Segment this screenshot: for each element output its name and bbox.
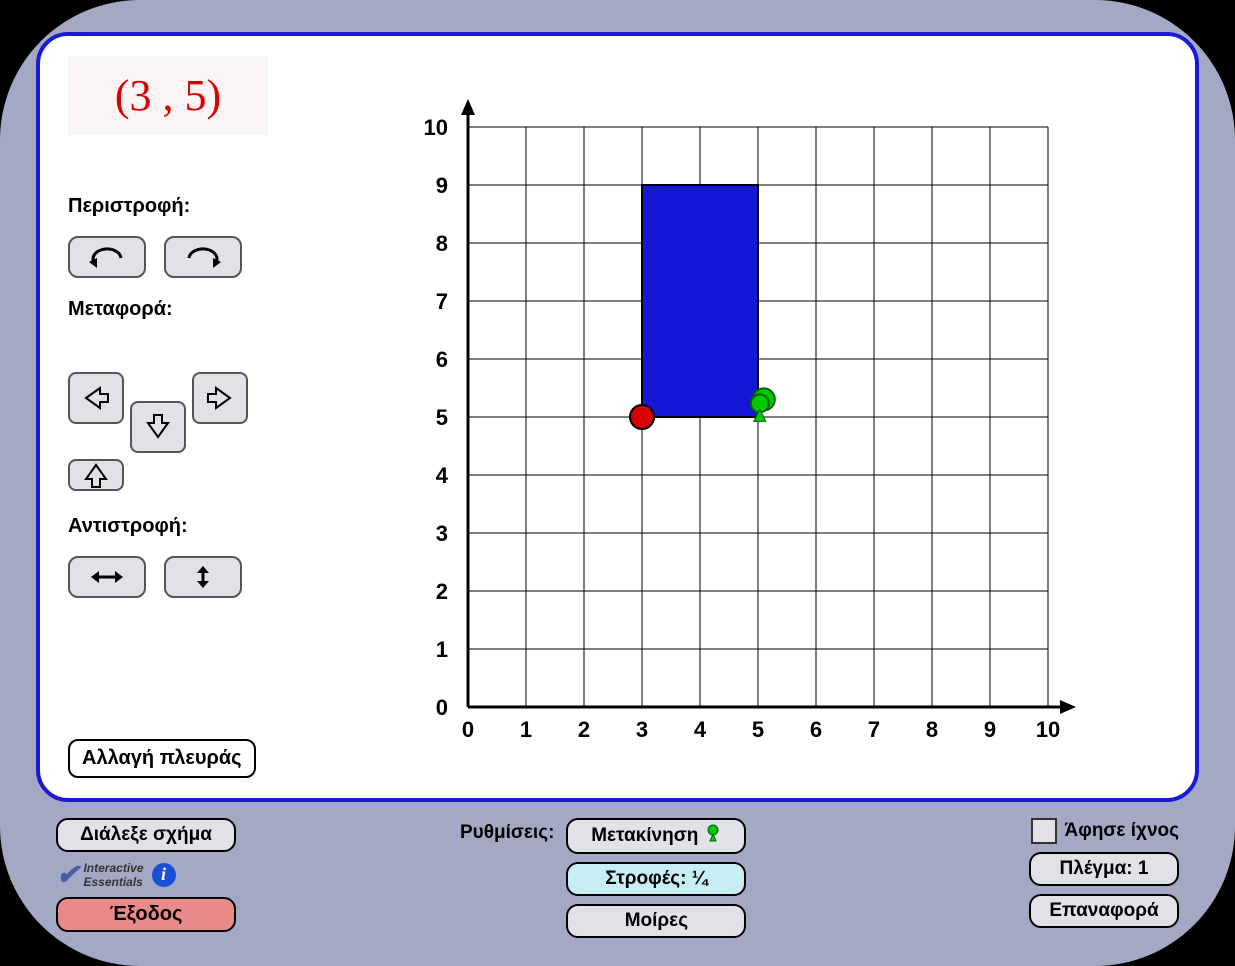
svg-text:0: 0 xyxy=(461,717,473,742)
svg-text:5: 5 xyxy=(751,717,763,742)
rotate-cw-icon xyxy=(183,244,223,270)
arrow-left-icon xyxy=(82,384,110,412)
move-right-button[interactable] xyxy=(192,372,248,424)
trace-checkbox[interactable] xyxy=(1031,818,1057,844)
brand-text: Interactive Essentials xyxy=(83,861,143,889)
turns-setting-button[interactable]: Στροφές: ¼ xyxy=(566,862,746,896)
settings-group: Ρυθμίσεις: Μετακίνηση Στροφές: ¼ Μοίρες xyxy=(460,818,746,938)
coordinate-grid[interactable]: 0 1 2 3 4 5 6 7 8 9 10 0 1 2 3 4 5 6 7 8 9 10 xyxy=(408,67,1108,767)
svg-text:1: 1 xyxy=(519,717,531,742)
svg-text:7: 7 xyxy=(867,717,879,742)
rotate-label: Περιστροφή: xyxy=(68,195,348,218)
brand-row: ✔ Interactive Essentials i xyxy=(56,858,316,891)
rotate-ccw-icon xyxy=(87,244,127,270)
svg-text:0: 0 xyxy=(435,695,447,720)
svg-text:2: 2 xyxy=(577,717,589,742)
svg-text:7: 7 xyxy=(435,289,447,314)
move-left-button[interactable] xyxy=(68,372,124,424)
bottom-bar: Διάλεξε σχήμα ✔ Interactive Essentials i… xyxy=(36,818,1199,938)
svg-text:2: 2 xyxy=(435,579,447,604)
arrow-up-icon xyxy=(82,461,110,489)
svg-text:4: 4 xyxy=(435,463,448,488)
trace-label: Άφησε ίχνος xyxy=(1065,820,1179,842)
translate-label: Μεταφορά: xyxy=(68,298,348,321)
svg-text:3: 3 xyxy=(435,521,447,546)
check-icon: ✔ xyxy=(56,858,79,891)
svg-text:5: 5 xyxy=(435,405,447,430)
svg-text:9: 9 xyxy=(435,173,447,198)
svg-text:1: 1 xyxy=(435,637,447,662)
choose-shape-button[interactable]: Διάλεξε σχήμα xyxy=(56,818,236,852)
exit-button[interactable]: Έξοδος xyxy=(56,897,236,932)
grid-area: 0 1 2 3 4 5 6 7 8 9 10 0 1 2 3 4 5 6 7 8 9 10 xyxy=(348,56,1167,778)
reset-button[interactable]: Επαναφορά xyxy=(1029,894,1179,928)
move-setting-button[interactable]: Μετακίνηση xyxy=(566,818,746,854)
trace-row: Άφησε ίχνος xyxy=(1031,818,1179,844)
svg-text:6: 6 xyxy=(809,717,821,742)
flip-label: Αντιστροφή: xyxy=(68,515,348,538)
pin-icon xyxy=(704,824,722,848)
flip-horizontal-button[interactable] xyxy=(68,556,146,598)
settings-label: Ρυθμίσεις: xyxy=(460,822,554,844)
app-frame: (3 , 5) Περιστροφή: Μεταφορά: xyxy=(0,0,1235,966)
info-icon[interactable]: i xyxy=(152,863,176,887)
arrow-right-icon xyxy=(206,384,234,412)
svg-text:3: 3 xyxy=(635,717,647,742)
degrees-setting-button[interactable]: Μοίρες xyxy=(566,904,746,938)
arrow-down-icon xyxy=(144,413,172,441)
coordinate-display: (3 , 5) xyxy=(68,56,268,135)
svg-text:9: 9 xyxy=(983,717,995,742)
svg-text:10: 10 xyxy=(1035,717,1059,742)
svg-text:8: 8 xyxy=(435,231,447,256)
flip-horizontal-icon xyxy=(87,564,127,590)
bottom-left-group: Διάλεξε σχήμα ✔ Interactive Essentials i… xyxy=(56,818,316,932)
flip-vertical-icon xyxy=(183,564,223,590)
rotate-cw-button[interactable] xyxy=(164,236,242,278)
rotate-ccw-button[interactable] xyxy=(68,236,146,278)
side-change-button[interactable]: Αλλαγή πλευράς xyxy=(68,739,256,778)
controls-column: (3 , 5) Περιστροφή: Μεταφορά: xyxy=(68,56,348,778)
svg-text:4: 4 xyxy=(693,717,706,742)
bottom-right-group: Άφησε ίχνος Πλέγμα: 1 Επαναφορά xyxy=(1029,818,1179,928)
flip-vertical-button[interactable] xyxy=(164,556,242,598)
move-up-button[interactable] xyxy=(68,459,124,491)
svg-text:8: 8 xyxy=(925,717,937,742)
svg-text:10: 10 xyxy=(423,115,447,140)
dpad xyxy=(68,343,348,491)
svg-text:6: 6 xyxy=(435,347,447,372)
main-panel: (3 , 5) Περιστροφή: Μεταφορά: xyxy=(36,32,1199,802)
grid-setting-button[interactable]: Πλέγμα: 1 xyxy=(1029,852,1179,886)
move-down-button[interactable] xyxy=(130,401,186,453)
